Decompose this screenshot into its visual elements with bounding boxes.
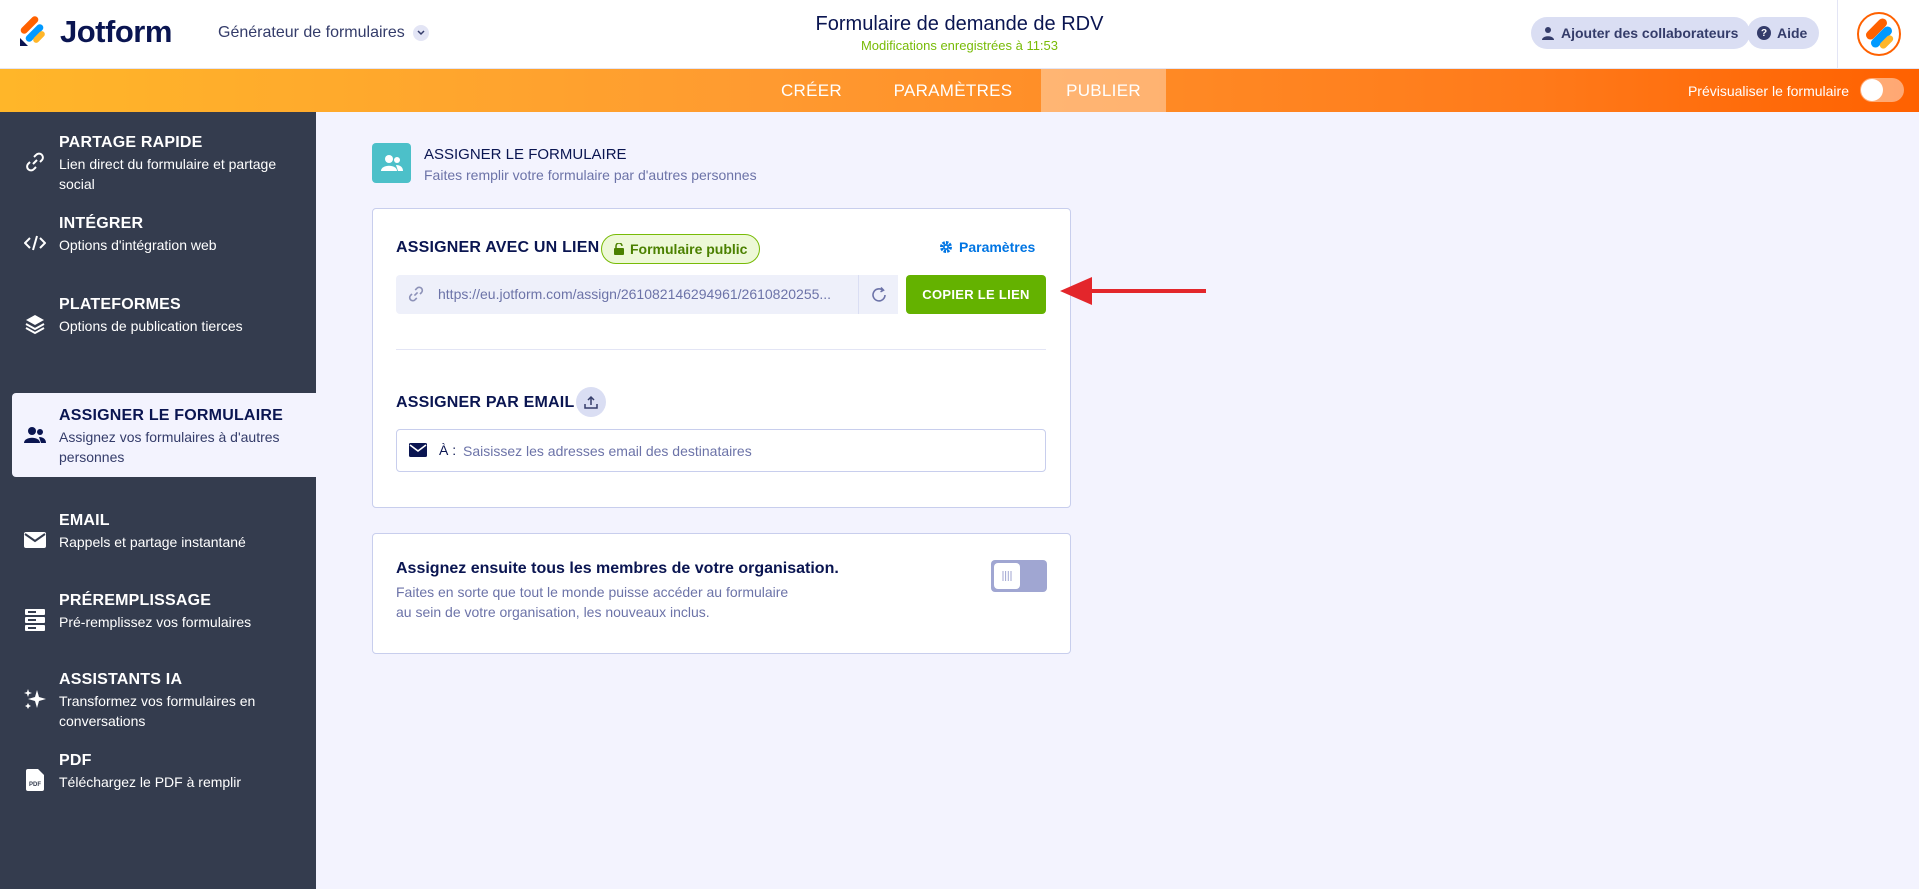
org-assign-desc: Faites en sorte que tout le monde puisse… [396, 584, 789, 620]
users-icon [24, 424, 46, 446]
sidebar-item-title: EMAIL [59, 512, 110, 529]
upload-recipients-button[interactable] [576, 387, 606, 417]
avatar[interactable] [1857, 12, 1901, 56]
sidebar-item-desc: Options d'intégration web [59, 237, 217, 253]
sidebar-item-desc: Options de publication tierces [59, 318, 243, 334]
sidebar-item-desc: Pré-remplissez vos formulaires [59, 614, 252, 630]
add-collaborators-button[interactable]: Ajouter des collaborateurs [1531, 17, 1751, 49]
org-assign-title: Assignez ensuite tous les membres de vot… [396, 560, 839, 577]
sidebar-item-title: INTÉGRER [59, 215, 144, 232]
regenerate-link-button[interactable] [858, 275, 898, 314]
publish-sidebar: PARTAGE RAPIDE Lien direct du formulaire… [0, 112, 316, 889]
assign-email-label: ASSIGNER PAR EMAIL [396, 394, 575, 411]
header-divider [1837, 0, 1838, 69]
sidebar-item-desc: Rappels et partage instantané [59, 534, 246, 550]
sidebar-item-desc: Téléchargez le PDF à remplir [59, 774, 242, 790]
assign-link-label: ASSIGNER AVEC UN LIEN [396, 239, 600, 256]
link-icon [24, 151, 46, 173]
unlock-icon [614, 243, 624, 255]
card-divider [396, 349, 1046, 350]
to-label: À : [439, 442, 457, 458]
upload-icon [584, 395, 598, 409]
sidebar-item-prefill[interactable]: PRÉREMPLISSAGE Pré-remplissez vos formul… [12, 578, 316, 662]
sparkle-icon [24, 688, 46, 710]
help-button[interactable]: ? Aide [1747, 17, 1820, 49]
sidebar-item-desc: Lien direct du formulaire et partage soc… [59, 156, 277, 192]
refresh-icon [871, 286, 886, 302]
help-icon: ? [1757, 26, 1771, 40]
copy-link-button[interactable]: COPIER LE LIEN [906, 275, 1046, 314]
sidebar-item-title: ASSISTANTS IA [59, 671, 183, 688]
public-form-badge[interactable]: Formulaire public [601, 234, 761, 264]
form-link-field[interactable]: https://eu.jotform.com/assign/2610821462… [396, 275, 898, 314]
settings-label: Paramètres [959, 239, 1036, 255]
builder-nav: CRÉER PARAMÈTRES PUBLIER Prévisualiser l… [0, 69, 1919, 112]
preview-toggle[interactable] [1860, 78, 1904, 102]
sidebar-item-desc: Assignez vos formulaires à d'autres pers… [59, 429, 280, 465]
sidebar-item-pdf[interactable]: PDF PDF Téléchargez le PDF à remplir [12, 738, 316, 822]
top-header: Jotform Générateur de formulaires Formul… [0, 0, 1919, 69]
envelope-icon [409, 443, 427, 457]
svg-text:PDF: PDF [29, 782, 41, 788]
gear-icon [940, 241, 952, 253]
sidebar-item-ai-agents[interactable]: ASSISTANTS IA Transformez vos formulaire… [12, 657, 316, 741]
form-link-url: https://eu.jotform.com/assign/2610821462… [438, 286, 832, 302]
layers-icon [24, 313, 46, 335]
code-icon [24, 232, 46, 254]
public-form-label: Formulaire public [630, 241, 748, 257]
section-subtitle: Faites remplir votre formulaire par d'au… [424, 167, 757, 183]
toggle-knob [994, 563, 1020, 589]
org-assign-toggle[interactable] [991, 560, 1047, 592]
sidebar-item-title: PARTAGE RAPIDE [59, 134, 203, 151]
help-label: Aide [1777, 25, 1808, 41]
sidebar-item-quick-share[interactable]: PARTAGE RAPIDE Lien direct du formulaire… [12, 120, 316, 204]
email-recipients-field[interactable]: À : [396, 429, 1046, 472]
toggle-knob [1861, 79, 1883, 101]
pdf-icon: PDF [24, 769, 46, 791]
section-title: ASSIGNER LE FORMULAIRE [424, 146, 627, 163]
tab-settings[interactable]: PARAMÈTRES [878, 69, 1028, 112]
grip-icon [1002, 571, 1012, 581]
assign-users-icon [372, 143, 411, 183]
organization-card: Assignez ensuite tous les membres de vot… [372, 533, 1071, 654]
email-input[interactable] [463, 438, 1033, 464]
preview-label: Prévisualiser le formulaire [1687, 83, 1849, 99]
annotation-arrow [1060, 277, 1206, 305]
sidebar-item-embed[interactable]: INTÉGRER Options d'intégration web [12, 201, 316, 285]
sidebar-item-platforms[interactable]: PLATEFORMES Options de publication tierc… [12, 282, 316, 366]
tab-publish[interactable]: PUBLIER [1041, 69, 1166, 112]
link-settings-button[interactable]: Paramètres [939, 239, 1035, 255]
sidebar-item-email[interactable]: EMAIL Rappels et partage instantané [12, 498, 316, 582]
prefill-icon [24, 609, 46, 631]
sidebar-item-assign-form[interactable]: ASSIGNER LE FORMULAIRE Assignez vos form… [12, 393, 316, 477]
user-icon [1542, 27, 1554, 40]
tab-create[interactable]: CRÉER [760, 69, 863, 112]
envelope-icon [24, 529, 46, 551]
avatar-logo-icon [1865, 18, 1894, 49]
sidebar-item-title: PDF [59, 752, 92, 769]
sidebar-item-desc: Transformez vos formulaires en conversat… [59, 693, 256, 729]
add-collaborators-label: Ajouter des collaborateurs [1561, 25, 1739, 41]
assign-card: ASSIGNER AVEC UN LIEN Formulaire public … [372, 208, 1071, 508]
sidebar-item-title: ASSIGNER LE FORMULAIRE [59, 407, 283, 424]
sidebar-item-title: PLATEFORMES [59, 296, 181, 313]
link-icon [408, 286, 424, 302]
sidebar-item-title: PRÉREMPLISSAGE [59, 592, 212, 609]
